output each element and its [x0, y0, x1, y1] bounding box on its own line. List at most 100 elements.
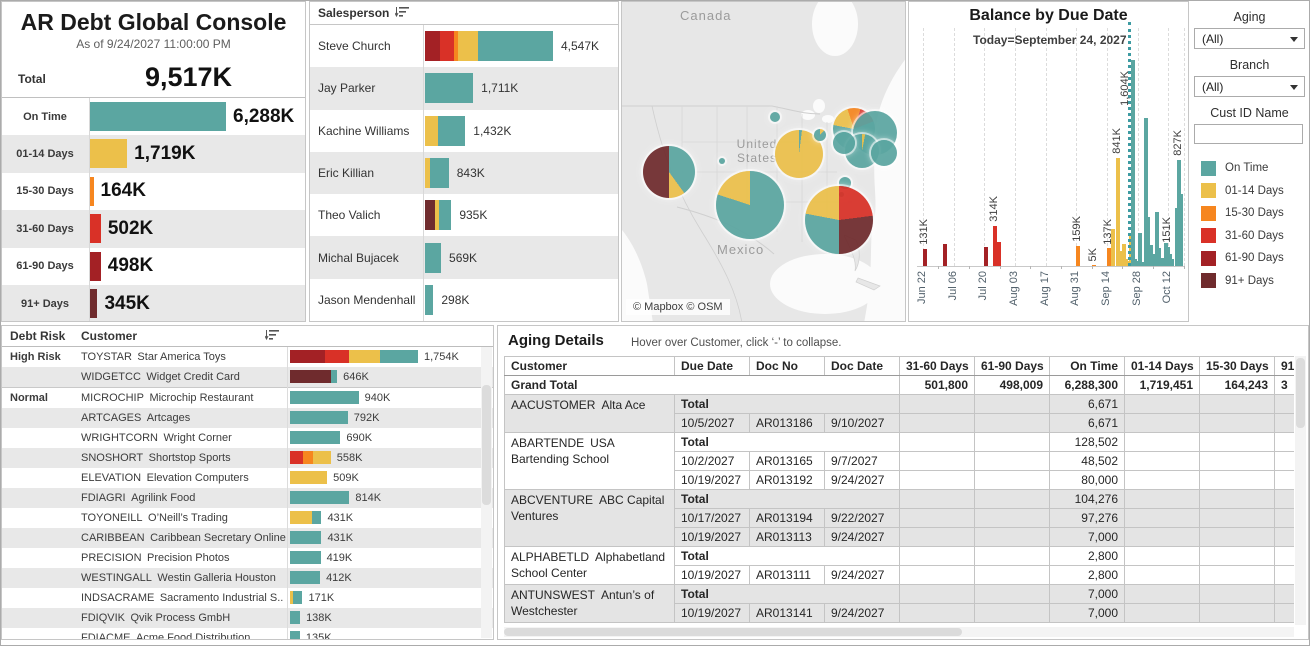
debt-row[interactable]: TOYONEILL O’Neill’s Trading431K: [2, 508, 493, 528]
map-pie[interactable]: [770, 112, 780, 122]
balance-bar[interactable]: [1076, 246, 1080, 266]
kpi-bucket-bar[interactable]: [90, 177, 94, 206]
debt-row[interactable]: FDIAGRI Agrilink Food814K: [2, 488, 493, 508]
balance-bar[interactable]: [997, 242, 1001, 266]
debt-row[interactable]: High RiskTOYSTAR Star America Toys1,754K: [2, 347, 493, 367]
salesperson-bar[interactable]: [425, 31, 553, 61]
kpi-bucket-bar[interactable]: [90, 139, 127, 168]
customer-bar[interactable]: [290, 350, 418, 363]
column-header[interactable]: 15-30 Days: [1200, 357, 1275, 376]
legend-item[interactable]: 61-90 Days: [1201, 247, 1309, 270]
debt-row[interactable]: CARIBBEAN Caribbean Secretary Online431K: [2, 528, 493, 548]
customer-total-row[interactable]: ALPHABETLD Alphabetland School CenterTot…: [505, 547, 1295, 566]
kpi-bucket-bar[interactable]: [90, 252, 101, 281]
legend-item[interactable]: 31-60 Days: [1201, 225, 1309, 248]
customer-bar[interactable]: [290, 631, 300, 640]
customer-bar[interactable]: [290, 411, 348, 424]
salesperson-bar[interactable]: [425, 243, 441, 273]
legend-item[interactable]: 15-30 Days: [1201, 202, 1309, 225]
customer-bar[interactable]: [290, 591, 302, 604]
map-pie[interactable]: [716, 171, 784, 239]
customer-cell[interactable]: ALPHABETLD Alphabetland School Center: [505, 547, 675, 585]
customer-bar[interactable]: [290, 471, 327, 484]
column-header[interactable]: 31-60 Days: [900, 357, 975, 376]
balance-bar[interactable]: [1131, 60, 1135, 266]
column-header[interactable]: 91+ Days: [1275, 357, 1295, 376]
sort-icon[interactable]: [265, 330, 279, 342]
customer-total-row[interactable]: ABARTENDE USA Bartending SchoolTotal128,…: [505, 433, 1295, 452]
salesperson-bar[interactable]: [425, 158, 449, 188]
salesperson-bar[interactable]: [425, 73, 473, 103]
balance-bar[interactable]: [943, 244, 947, 266]
map-pie[interactable]: [805, 186, 873, 254]
column-header[interactable]: Due Date: [675, 357, 750, 376]
map-pie[interactable]: [833, 132, 855, 154]
legend-item[interactable]: 01-14 Days: [1201, 180, 1309, 203]
column-header[interactable]: On Time: [1050, 357, 1125, 376]
customer-bar[interactable]: [290, 551, 321, 564]
balance-bar[interactable]: [923, 249, 927, 266]
balance-bar[interactable]: [1179, 194, 1183, 266]
balance-bar[interactable]: [1140, 262, 1144, 266]
customer-bar[interactable]: [290, 531, 321, 544]
debt-row[interactable]: FDIACME Acme Food Distribution135K: [2, 628, 493, 640]
aging-vertical-scrollbar[interactable]: [1295, 356, 1306, 625]
balance-bar[interactable]: [1116, 158, 1120, 266]
map-pie[interactable]: [643, 146, 695, 198]
balance-bar[interactable]: [1092, 265, 1096, 267]
debt-row[interactable]: WIDGETCC Widget Credit Card646K: [2, 367, 493, 387]
customer-total-row[interactable]: ANTUNSWEST Antun’s of WestchesterTotal7,…: [505, 585, 1295, 604]
column-header[interactable]: Doc Date: [825, 357, 900, 376]
kpi-bucket-bar[interactable]: [90, 214, 101, 243]
cust-id-input[interactable]: [1194, 124, 1303, 144]
debt-row[interactable]: NormalMICROCHIP Microchip Restaurant940K: [2, 387, 493, 408]
debt-row[interactable]: PRECISION Precision Photos419K: [2, 548, 493, 568]
debt-row[interactable]: WRIGHTCORN Wright Corner690K: [2, 428, 493, 448]
customer-bar[interactable]: [290, 571, 320, 584]
column-header[interactable]: 01-14 Days: [1125, 357, 1200, 376]
debt-row[interactable]: WESTINGALL Westin Galleria Houston412K: [2, 568, 493, 588]
customer-bar[interactable]: [290, 511, 321, 524]
legend-item[interactable]: On Time: [1201, 157, 1309, 180]
column-header[interactable]: Customer: [505, 357, 675, 376]
legend-item[interactable]: 91+ Days: [1201, 270, 1309, 293]
branch-filter-dropdown[interactable]: (All): [1194, 76, 1305, 97]
debt-scrollbar-thumb[interactable]: [482, 385, 491, 505]
balance-bar[interactable]: [984, 247, 988, 266]
grand-total-row[interactable]: Grand Total501,800498,0096,288,3001,719,…: [505, 376, 1295, 395]
salesperson-bar[interactable]: [425, 116, 465, 146]
customer-cell[interactable]: AACUSTOMER Alta Ace: [505, 395, 675, 433]
customer-bar[interactable]: [290, 431, 340, 444]
aging-horizontal-scrollbar-thumb[interactable]: [504, 628, 962, 636]
kpi-bucket-bar[interactable]: [90, 289, 97, 318]
salesperson-bar[interactable]: [425, 285, 433, 315]
customer-cell[interactable]: ANTUNSWEST Antun’s of Westchester: [505, 585, 675, 623]
customer-bar[interactable]: [290, 451, 331, 464]
today-reference-line[interactable]: [1128, 22, 1131, 266]
map-pie[interactable]: [871, 140, 897, 166]
debt-scrollbar[interactable]: [481, 347, 492, 638]
aging-horizontal-scrollbar[interactable]: [504, 627, 1294, 637]
kpi-bucket-bar[interactable]: [90, 102, 226, 131]
customer-bar[interactable]: [290, 611, 300, 624]
map-pie[interactable]: [814, 129, 826, 141]
customer-cell[interactable]: ABCVENTURE ABC Capital Ventures: [505, 490, 675, 547]
customer-total-row[interactable]: ABCVENTURE ABC Capital VenturesTotal104,…: [505, 490, 1295, 509]
column-header[interactable]: 61-90 Days: [975, 357, 1050, 376]
aging-filter-dropdown[interactable]: (All): [1194, 28, 1305, 49]
customer-bar[interactable]: [290, 491, 349, 504]
debt-row[interactable]: ARTCAGES Artcages792K: [2, 408, 493, 428]
debt-row[interactable]: FDIQVIK Qvik Process GmbH138K: [2, 608, 493, 628]
customer-cell[interactable]: ABARTENDE USA Bartending School: [505, 433, 675, 490]
column-header[interactable]: Doc No: [750, 357, 825, 376]
balance-bar[interactable]: [1138, 233, 1142, 266]
sort-icon[interactable]: [395, 7, 409, 19]
debt-row[interactable]: INDSACRAME Sacramento Industrial S..171K: [2, 588, 493, 608]
salesperson-bar[interactable]: [425, 200, 451, 230]
debt-row[interactable]: ELEVATION Elevation Computers509K: [2, 468, 493, 488]
aging-vertical-scrollbar-thumb[interactable]: [1296, 358, 1305, 428]
customer-bar[interactable]: [290, 370, 337, 383]
customer-bar[interactable]: [290, 391, 359, 404]
debt-row[interactable]: SNOSHORT Shortstop Sports558K: [2, 448, 493, 468]
customer-total-row[interactable]: AACUSTOMER Alta AceTotal6,671: [505, 395, 1295, 414]
